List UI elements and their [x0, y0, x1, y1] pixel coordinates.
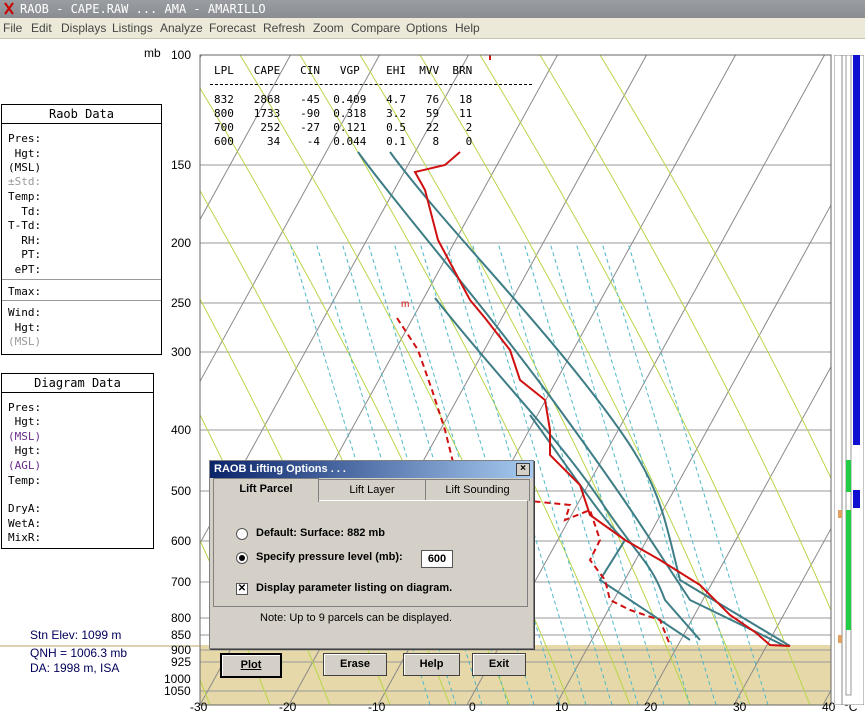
tab-lift-parcel[interactable]: Lift Parcel — [213, 478, 319, 502]
parcel-table-row: 600 34 -4 0.044 0.1 8 0 — [214, 135, 473, 148]
default-surface-label: Default: Surface: 882 mb — [256, 527, 385, 539]
pressure-tick-label: 925 — [171, 655, 192, 669]
help-button[interactable]: Help — [403, 653, 460, 676]
parcel-table-header: LPL CAPE CIN VGP EHI MVV BRN — [214, 64, 473, 77]
raob-field-td: Td: — [8, 205, 42, 218]
parcel-limit-note: Note: Up to 9 parcels can be displayed. — [260, 612, 453, 624]
pressure-tick-label: 700 — [171, 575, 192, 589]
dry-adiabat-line — [539, 55, 831, 612]
diagram-field-msl: (MSL) — [8, 430, 42, 443]
temp-tick-label: 20 — [644, 700, 658, 714]
dialog-titlebar: RAOB Lifting Options . . . × — [210, 461, 533, 478]
specify-level-radio[interactable] — [236, 552, 248, 564]
diagram-field-hgt: Hgt: — [8, 415, 42, 428]
diagram-field-drya: DryA: — [8, 502, 42, 515]
pressure-level-input[interactable]: 600 — [421, 550, 453, 568]
raob-data-panel: Raob Data Pres: Hgt: (MSL) ±Std: Temp: T… — [1, 104, 162, 355]
raob-divider — [2, 300, 161, 301]
height-scale-sidebar[interactable] — [834, 55, 864, 705]
raob-field-tmax: Tmax: — [8, 285, 42, 298]
mixing-ratio-line — [601, 242, 743, 705]
pressure-unit-label: mb — [144, 46, 161, 60]
temp-tick-label: 10 — [555, 700, 569, 714]
parcel-table-row: 832 2868 -45 0.409 4.7 76 18 — [214, 93, 473, 106]
specify-level-label: Specify pressure level (mb): — [256, 551, 403, 563]
temp-tick-label: -10 — [368, 700, 386, 714]
max-wind-marker: m — [401, 299, 410, 310]
raob-field-ept: ePT: — [8, 263, 42, 276]
tab-lift-sounding[interactable]: Lift Sounding — [425, 479, 530, 501]
diagram-data-panel: Diagram Data Pres: Hgt: (MSL) Hgt: (AGL)… — [1, 373, 154, 549]
raob-field-hgt: Hgt: — [8, 147, 42, 160]
raob-field-pres: Pres: — [8, 132, 42, 145]
exit-button[interactable]: Exit — [472, 653, 526, 676]
temp-tick-label: -20 — [279, 700, 297, 714]
isotherm-line — [644, 365, 831, 705]
pressure-tick-label: 400 — [171, 423, 192, 437]
station-qnh: QNH = 1006.3 mb — [30, 646, 128, 660]
pressure-tick-label: 200 — [171, 236, 192, 250]
diagram-field-agl: (AGL) — [8, 459, 42, 472]
temp-tick-label: -30 — [190, 700, 208, 714]
parcel-table-divider — [210, 84, 532, 85]
raob-field-wind-hgt: Hgt: — [8, 321, 42, 334]
pressure-tick-label: 300 — [171, 345, 192, 359]
raob-field-temp: Temp: — [8, 190, 42, 203]
raob-data-title: Raob Data — [2, 105, 161, 124]
pressure-tick-label: 250 — [171, 296, 192, 310]
temp-tick-label: 30 — [733, 700, 747, 714]
diagram-field-mixr: MixR: — [8, 531, 42, 544]
diagram-field-pres: Pres: — [8, 401, 42, 414]
raob-field-wind-msl: (MSL) — [8, 335, 42, 348]
tab-lift-layer[interactable]: Lift Layer — [318, 479, 426, 501]
station-elevation: Stn Elev: 1099 m — [30, 628, 122, 642]
display-listing-checkbox[interactable]: ✕ — [236, 583, 248, 595]
diagram-field-weta: WetA: — [8, 517, 42, 530]
pressure-tick-label: 600 — [171, 534, 192, 548]
pressure-tick-label: 1050 — [164, 684, 191, 698]
raob-field-t-td: T-Td: — [8, 219, 42, 232]
pressure-tick-label: 150 — [171, 158, 192, 172]
diagram-field-temp: Temp: — [8, 474, 42, 487]
parcel-table-row: 700 252 -27 0.121 0.5 22 2 — [214, 121, 473, 134]
raob-field-rh: RH: — [8, 234, 42, 247]
station-density-altitude: DA: 1998 m, ISA — [30, 661, 120, 675]
tab-panel-lift-parcel: Default: Surface: 882 mb Specify pressur… — [213, 500, 528, 624]
pressure-tick-label: 850 — [171, 628, 192, 642]
default-surface-radio[interactable] — [236, 528, 248, 540]
raob-field-msl: (MSL) — [8, 161, 42, 174]
dialog-title: RAOB Lifting Options . . . — [214, 463, 346, 475]
pressure-tick-label: 800 — [171, 611, 192, 625]
diagram-field-hgt-agl: Hgt: — [8, 444, 42, 457]
raob-field-std: ±Std: — [8, 175, 42, 188]
display-listing-label: Display parameter listing on diagram. — [256, 582, 453, 594]
pressure-tick-label: 500 — [171, 484, 192, 498]
raob-field-wind: Wind: — [8, 306, 42, 319]
lifting-options-dialog: RAOB Lifting Options . . . × Lift Parcel… — [209, 460, 534, 678]
plot-button-label: Plot — [240, 659, 262, 671]
temp-tick-label: 0 — [469, 700, 476, 714]
diagram-data-title: Diagram Data — [2, 374, 153, 393]
pressure-tick-label: 100 — [171, 48, 192, 62]
plot-button[interactable]: Plot — [220, 653, 282, 678]
raob-field-pt: PT: — [8, 248, 42, 261]
dialog-close-button[interactable]: × — [516, 463, 530, 476]
parcel-table-row: 800 1733 -90 0.318 3.2 59 11 — [214, 107, 473, 120]
raob-divider — [2, 279, 161, 280]
erase-button[interactable]: Erase — [323, 653, 387, 676]
